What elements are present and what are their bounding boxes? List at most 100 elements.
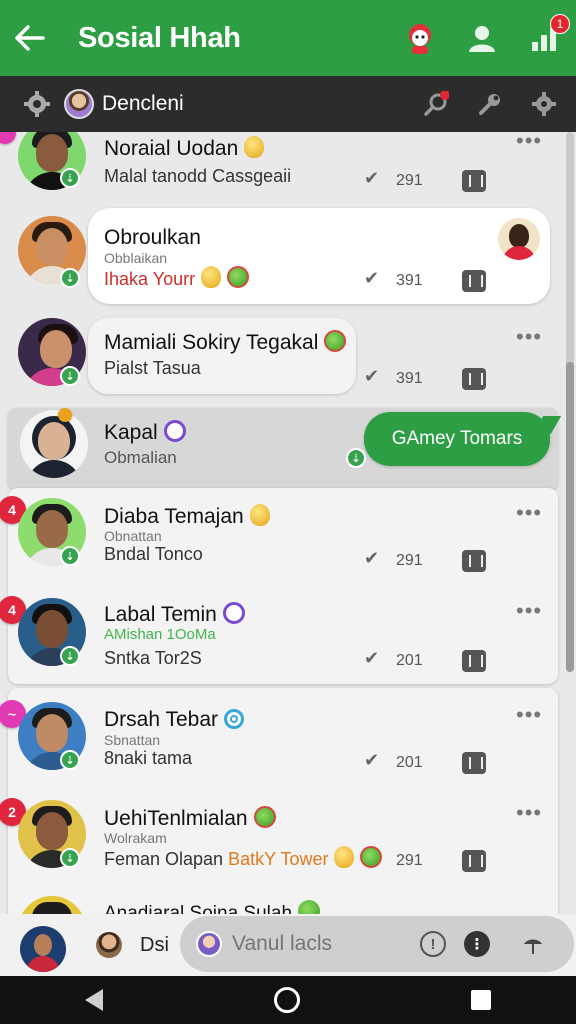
avatar bbox=[18, 896, 86, 914]
avatar[interactable] bbox=[20, 926, 66, 972]
unread-badge bbox=[0, 132, 16, 144]
online-status-icon: ⇣ bbox=[60, 848, 80, 868]
channel-avatar[interactable] bbox=[64, 89, 94, 119]
contact-name: Labal Temin bbox=[104, 602, 245, 627]
emoji-icon bbox=[224, 709, 245, 729]
message-count: 391 bbox=[396, 272, 423, 289]
read-check-icon: ✔ bbox=[364, 168, 380, 188]
list-item[interactable]: ⇣ Obroulkan Obblaikan Ihaka Yourr ✔ 391 bbox=[0, 212, 576, 312]
more-options-icon[interactable]: ••• bbox=[516, 502, 542, 524]
nav-recents-icon[interactable] bbox=[470, 990, 491, 1010]
online-status-icon: ⇣ bbox=[60, 366, 80, 386]
emoji-icon bbox=[163, 420, 186, 442]
archive-icon[interactable] bbox=[462, 170, 486, 192]
nav-back-icon[interactable] bbox=[85, 989, 104, 1011]
online-status-icon: ⇣ bbox=[60, 546, 80, 566]
emoji-icon bbox=[334, 846, 355, 868]
contact-subtitle: AMishan 1OoMa bbox=[104, 626, 216, 643]
notification-badge: 1 bbox=[550, 14, 570, 34]
emoji-icon bbox=[201, 266, 222, 288]
online-status-icon: ⇣ bbox=[346, 448, 366, 468]
contact-name: Drsah Tebar bbox=[104, 708, 245, 732]
list-item[interactable]: ⇣ Noraial Uodan Malal tanodd Cassgeaii •… bbox=[0, 132, 576, 202]
message-input[interactable] bbox=[232, 932, 402, 956]
message-preview: Malal tanodd Cassgeaii bbox=[104, 166, 292, 186]
emoji-icon bbox=[244, 136, 265, 158]
emoji-icon bbox=[253, 806, 276, 828]
contact-name: Mamiali Sokiry Tegakal bbox=[104, 330, 347, 355]
more-options-icon[interactable]: ••• bbox=[516, 132, 542, 152]
archive-icon[interactable] bbox=[462, 368, 486, 390]
pin-icon[interactable] bbox=[520, 931, 546, 957]
search-icon[interactable] bbox=[422, 90, 450, 118]
message-preview: Bndal Tonco bbox=[104, 544, 203, 564]
channel-name[interactable]: Dencleni bbox=[102, 92, 184, 116]
scrollbar[interactable] bbox=[566, 132, 574, 672]
online-status-icon: ⇣ bbox=[60, 268, 80, 288]
list-item[interactable]: 4 ⇣ Diaba Temajan Obnattan Bndal Tonco •… bbox=[0, 494, 576, 584]
list-item[interactable]: ⇣ Mamiali Sokiry Tegakal Pialst Tasua ••… bbox=[0, 314, 576, 404]
more-options-icon[interactable]: ••• bbox=[516, 600, 542, 622]
message-count: 291 bbox=[396, 552, 423, 569]
archive-icon[interactable] bbox=[462, 550, 486, 572]
archive-icon[interactable] bbox=[462, 752, 486, 774]
contact-name: Kapal bbox=[104, 420, 186, 445]
signal-icon[interactable]: 1 bbox=[524, 14, 570, 58]
avatar bbox=[20, 410, 88, 478]
contact-name: Anadiaral Soina Sulah bbox=[104, 900, 321, 914]
contact-subtitle: Obblaikan bbox=[104, 250, 168, 266]
read-check-icon: ✔ bbox=[364, 648, 380, 668]
back-arrow-icon[interactable] bbox=[0, 0, 60, 76]
read-check-icon: ✔ bbox=[364, 268, 380, 288]
list-item[interactable]: Kapal Obmalian ⇣ GAmey Tomars bbox=[0, 408, 576, 490]
composer-bar: Dsi ! ⋮ bbox=[0, 914, 576, 976]
archive-icon[interactable] bbox=[462, 850, 486, 872]
list-item[interactable]: ~ ⇣ Drsah Tebar Sbnattan 8naki tama ••• … bbox=[0, 698, 576, 788]
archive-icon[interactable] bbox=[462, 650, 486, 672]
message-preview: Feman Olapan BatkY Tower bbox=[104, 846, 383, 870]
archive-icon[interactable] bbox=[462, 270, 486, 292]
channel-bar: Dencleni bbox=[0, 76, 576, 132]
emoji-icon bbox=[249, 504, 270, 526]
online-status-icon: ⇣ bbox=[60, 750, 80, 770]
wrench-icon[interactable] bbox=[476, 90, 504, 118]
avatar[interactable] bbox=[96, 932, 122, 958]
message-preview: Pialst Tasua bbox=[104, 358, 201, 378]
message-count: 201 bbox=[396, 652, 423, 669]
app-bar: Sosial Hhah 1 bbox=[0, 0, 576, 76]
system-nav-bar bbox=[0, 976, 576, 1024]
more-icon[interactable]: ⋮ bbox=[464, 931, 490, 957]
avatar bbox=[498, 218, 540, 260]
read-check-icon: ✔ bbox=[364, 366, 380, 386]
message-count: 391 bbox=[396, 370, 423, 387]
nav-home-icon[interactable] bbox=[273, 987, 300, 1013]
contact-name: UehiTenlmialan bbox=[104, 806, 276, 831]
contact-subtitle: Wolrakam bbox=[104, 830, 167, 846]
message-input-container[interactable]: ! ⋮ bbox=[180, 916, 574, 972]
contact-name: Diaba Temajan bbox=[104, 504, 270, 529]
options-gear-icon[interactable] bbox=[530, 90, 558, 118]
emoji-icon bbox=[227, 266, 250, 288]
settings-gear-icon[interactable] bbox=[20, 87, 54, 121]
info-icon[interactable]: ! bbox=[420, 931, 446, 957]
status-dot bbox=[58, 408, 72, 422]
contact-name: Obroulkan bbox=[104, 226, 201, 249]
quick-reply-bubble[interactable]: GAmey Tomars bbox=[364, 412, 550, 466]
scrollbar-thumb[interactable] bbox=[566, 362, 574, 672]
more-options-icon[interactable]: ••• bbox=[516, 802, 542, 824]
chat-list[interactable]: ⇣ Noraial Uodan Malal tanodd Cassgeaii •… bbox=[0, 132, 576, 914]
message-count: 201 bbox=[396, 754, 423, 771]
contact-subtitle: Sbnattan bbox=[104, 732, 161, 748]
avatar bbox=[196, 931, 222, 957]
message-preview: Ihaka Yourr bbox=[104, 266, 250, 290]
more-options-icon[interactable]: ••• bbox=[516, 704, 542, 726]
profile-icon[interactable] bbox=[462, 18, 502, 58]
contact-name: Noraial Uodan bbox=[104, 136, 265, 161]
online-status-icon: ⇣ bbox=[60, 168, 80, 188]
more-options-icon[interactable]: ••• bbox=[516, 326, 542, 348]
list-item[interactable]: Anadiaral Soina Sulah bbox=[0, 894, 576, 914]
online-status-icon: ⇣ bbox=[60, 646, 80, 666]
list-item[interactable]: 4 ⇣ Labal Temin AMishan 1OoMa Sntka Tor2… bbox=[0, 592, 576, 682]
list-item[interactable]: 2 ⇣ UehiTenlmialan Wolrakam Feman Olapan… bbox=[0, 796, 576, 886]
mascot-icon[interactable] bbox=[400, 18, 440, 58]
